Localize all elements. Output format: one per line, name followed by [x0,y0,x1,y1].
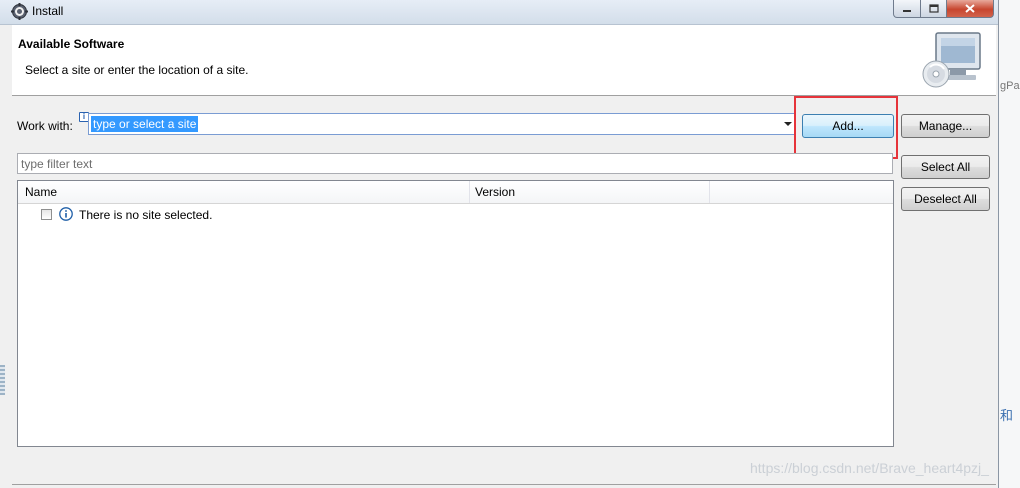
chevron-down-icon[interactable] [784,122,792,126]
minimize-button[interactable] [893,0,921,18]
left-edge [0,25,12,488]
caption-buttons [893,0,994,18]
bottom-separator [12,484,996,485]
filter-input[interactable] [21,157,881,171]
close-icon [965,4,975,13]
watermark: https://blog.csdn.net/Brave_heart4pzj_ [750,460,989,476]
install-dialog: Install Available Software Select a site… [0,0,999,488]
info-icon [59,207,73,221]
title-bar[interactable]: Install [0,0,998,25]
install-monitor-cd-icon [922,32,981,88]
column-header-name[interactable]: Name [18,181,470,203]
deselect-all-button[interactable]: Deselect All [901,187,990,211]
work-with-combo[interactable]: type or select a site [88,113,796,135]
manage-button[interactable]: Manage... [901,114,990,138]
row-label: There is no site selected. [79,208,213,222]
minimize-icon [903,9,911,12]
close-button[interactable] [947,0,994,18]
software-tree-table[interactable]: Name Version There is no site selected. [17,180,894,447]
work-with-input[interactable]: type or select a site [91,116,199,132]
highlight-annotation [794,96,898,159]
table-header: Name Version [18,181,893,204]
select-all-button[interactable]: Select All [901,155,990,179]
window-title: Install [32,4,64,18]
background-text-2: 和 [1000,408,1014,423]
page-subtitle: Select a site or enter the location of a… [25,63,249,77]
background-text: gPa [1000,80,1020,92]
dialog-header: Available Software Select a site or ente… [12,25,996,96]
work-with-label: Work with: [17,119,73,133]
row-checkbox[interactable] [41,209,52,220]
maximize-button[interactable] [921,0,947,18]
column-header-version[interactable]: Version [470,181,710,203]
page-title: Available Software [18,37,125,51]
table-row[interactable]: There is no site selected. [18,204,893,224]
maximize-icon [928,4,939,13]
background-window: gPa 和 [998,0,1020,488]
filter-field[interactable] [17,153,893,174]
eclipse-gear-icon[interactable] [11,3,28,20]
